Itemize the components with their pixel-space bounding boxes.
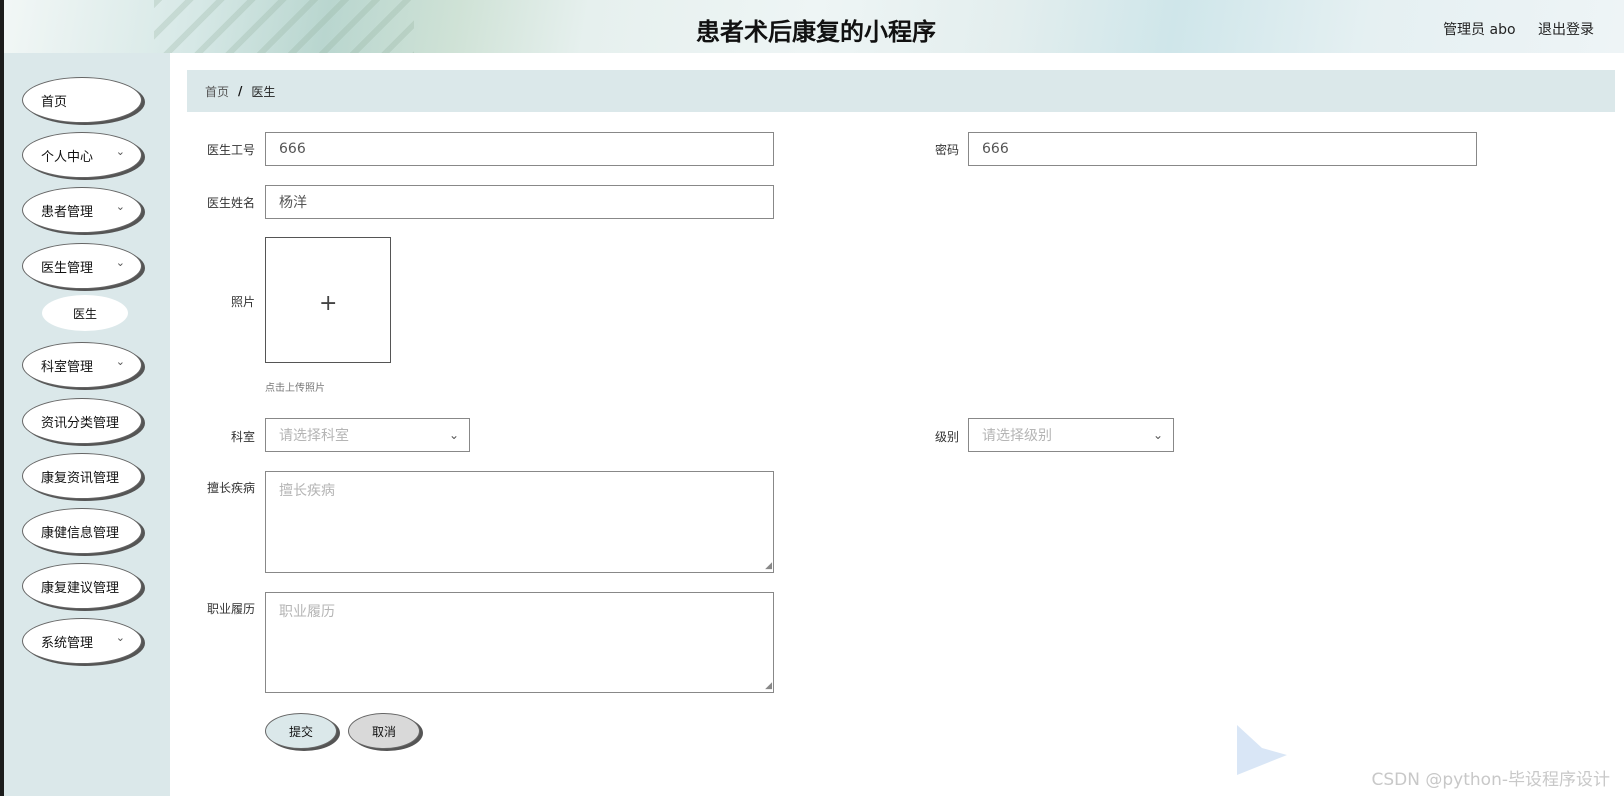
doctor-id-field[interactable]: 666 [265,132,774,166]
chevron-down-icon: ⌄ [115,145,125,158]
sidebar-item-patient-management[interactable]: 患者管理 ⌄ [22,187,142,233]
level-label: 级别 [934,430,959,444]
app-title: 患者术后康复的小程序 [696,18,936,46]
breadcrumb-home[interactable]: 首页 [205,83,229,100]
sidebar-item-label: 首页 [41,94,68,110]
sidebar-item-doctor-management[interactable]: 医生管理 ⌄ [22,243,142,289]
breadcrumb-current: 医生 [251,84,276,99]
sidebar-item-home[interactable]: 首页 [22,77,142,123]
photo-upload-hint: 点击上传照片 [265,383,325,394]
sidebar-item-label: 科室管理 [41,359,94,375]
sidebar-item-label: 康健信息管理 [41,525,120,541]
logout-link[interactable]: 退出登录 [1538,22,1594,38]
sidebar-item-rehab-advice-management[interactable]: 康复建议管理 [22,563,142,609]
doctor-name-field[interactable]: 杨洋 [265,185,774,219]
resume-placeholder: 职业履历 [279,604,335,620]
resize-grip-icon[interactable]: ◢ [765,682,772,691]
resume-label: 职业履历 [206,602,255,616]
password-field[interactable]: 666 [968,132,1477,166]
sidebar-item-rehab-news-management[interactable]: 康复资讯管理 [22,453,142,499]
sidebar-item-personal-center[interactable]: 个人中心 ⌄ [22,132,142,178]
sidebar-item-department-management[interactable]: 科室管理 ⌄ [22,342,142,388]
specialty-placeholder: 擅长疾病 [279,483,335,499]
level-select-placeholder: 请选择级别 [982,428,1052,444]
user-area: 管理员 abo 退出登录 [1425,19,1594,39]
chevron-down-icon: ⌄ [115,200,125,213]
chevron-down-icon: ⌄ [115,355,125,368]
sidebar-item-news-category-management[interactable]: 资讯分类管理 [22,398,142,444]
password-label: 密码 [934,143,959,157]
specialty-label: 擅长疾病 [206,481,255,495]
chevron-down-icon: ⌄ [1152,428,1163,442]
sidebar-item-label: 资讯分类管理 [41,415,120,431]
sidebar-item-label: 个人中心 [41,149,94,165]
doctor-id-label: 医生工号 [206,143,255,157]
admin-user-label[interactable]: 管理员 abo [1443,22,1515,38]
watermark-text: CSDN @python-毕设程序设计 [1371,770,1610,790]
submit-button[interactable]: 提交 [265,713,337,749]
sidebar-subitem-doctor[interactable]: 医生 [42,295,128,331]
chevron-down-icon: ⌄ [115,256,125,269]
sidebar-item-label: 医生管理 [41,260,94,276]
sidebar-item-label: 康复建议管理 [41,580,120,596]
breadcrumb-separator: / [238,84,243,98]
header: 患者术后康复的小程序 管理员 abo 退出登录 [0,0,1624,53]
department-select-placeholder: 请选择科室 [279,428,349,444]
breadcrumb: 首页 / 医生 [187,70,1615,112]
department-label: 科室 [230,430,255,444]
sidebar-subitem-label: 医生 [72,306,97,321]
resume-textarea[interactable]: 职业履历 ◢ [265,592,774,693]
sidebar-item-system-management[interactable]: 系统管理 ⌄ [22,618,142,664]
resize-grip-icon[interactable]: ◢ [765,562,772,571]
photo-upload-box[interactable]: + [265,237,391,363]
chevron-down-icon: ⌄ [115,631,125,644]
sidebar-item-label: 康复资讯管理 [41,470,120,486]
chevron-down-icon: ⌄ [448,428,459,442]
specialty-textarea[interactable]: 擅长疾病 ◢ [265,471,774,573]
bilibili-logo-icon [1232,720,1292,784]
sidebar-item-health-info-management[interactable]: 康健信息管理 [22,508,142,554]
cancel-button[interactable]: 取消 [348,713,420,749]
plus-icon: + [319,291,338,316]
sidebar-item-label: 患者管理 [41,204,94,220]
level-select[interactable]: 请选择级别 ⌄ [968,418,1174,452]
department-select[interactable]: 请选择科室 ⌄ [265,418,470,452]
doctor-name-label: 医生姓名 [206,196,255,210]
sidebar-item-label: 系统管理 [41,635,94,651]
photo-label: 照片 [230,295,255,309]
